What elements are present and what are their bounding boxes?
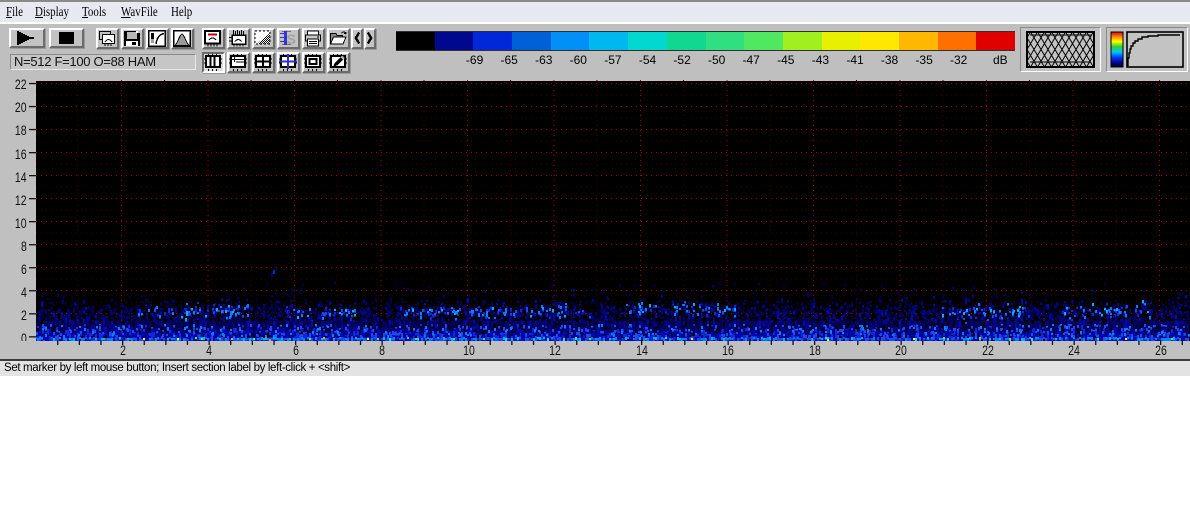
svg-text:S: S xyxy=(287,31,296,47)
